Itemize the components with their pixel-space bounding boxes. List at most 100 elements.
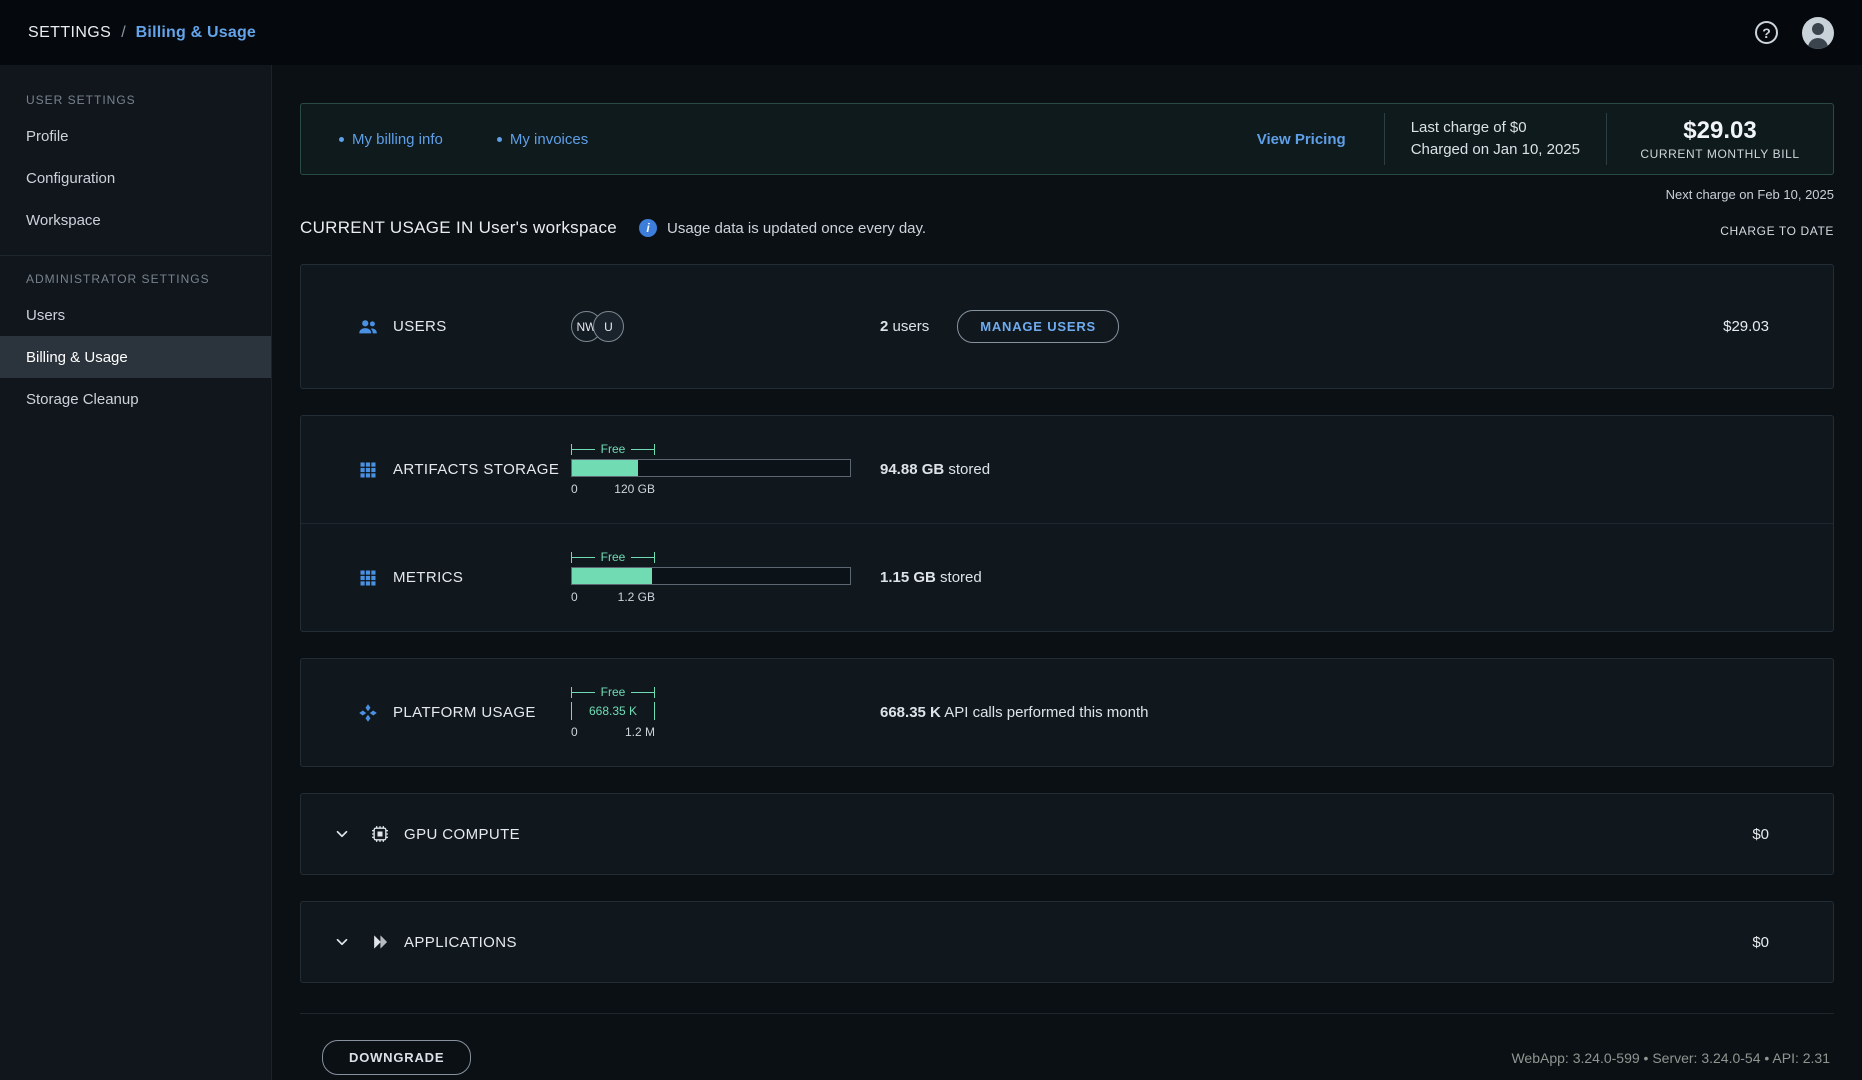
gpu-chip-icon: [369, 823, 391, 845]
last-charge-block: Last charge of $0 Charged on Jan 10, 202…: [1385, 117, 1606, 161]
users-charge: $29.03: [1723, 318, 1769, 335]
platform-row-label: PLATFORM USAGE: [357, 702, 571, 724]
artifacts-info: 94.88 GB stored: [880, 461, 1769, 478]
platform-calls-value: 668.35 K: [880, 704, 941, 721]
metrics-grid-icon: [357, 567, 379, 589]
charge-to-date-label: CHARGE TO DATE: [1720, 224, 1834, 238]
breadcrumb-settings[interactable]: SETTINGS: [28, 24, 111, 42]
artifacts-progress-track: [571, 459, 851, 477]
platform-usage-bar: Free 668.35 K 0 1.2 M: [571, 686, 851, 739]
sidebar-item-workspace[interactable]: Workspace: [0, 199, 271, 241]
metrics-label: METRICS: [393, 569, 463, 586]
applications-card[interactable]: APPLICATIONS $0: [300, 901, 1834, 983]
applications-icon: [369, 931, 391, 953]
topbar-actions: ?: [1755, 17, 1834, 49]
platform-diamonds-icon: [357, 702, 379, 724]
storage-usage-card: ARTIFACTS STORAGE Free 0: [300, 415, 1834, 632]
scale-max: 120 GB: [614, 482, 655, 496]
scale-max: 1.2 GB: [618, 590, 655, 604]
users-count-suffix: users: [888, 318, 929, 335]
platform-bar-col: Free 668.35 K 0 1.2 M: [571, 686, 880, 739]
current-bill-amount: $29.03: [1607, 117, 1833, 145]
sidebar-divider: [0, 255, 271, 256]
sidebar-item-configuration[interactable]: Configuration: [0, 157, 271, 199]
artifacts-row-label: ARTIFACTS STORAGE: [357, 459, 571, 481]
gpu-compute-charge: $0: [1752, 826, 1769, 843]
settings-sidebar: USER SETTINGS Profile Configuration Work…: [0, 65, 272, 1080]
artifacts-label: ARTIFACTS STORAGE: [393, 461, 559, 478]
breadcrumb: SETTINGS / Billing & Usage: [28, 24, 256, 42]
my-invoices-label: My invoices: [510, 131, 588, 148]
metrics-progress-track: [571, 567, 851, 585]
free-tier-label: Free: [595, 443, 632, 455]
artifacts-bar-col: Free 0 120 GB: [571, 443, 880, 496]
metrics-row: METRICS Free 0 1.2: [301, 524, 1833, 631]
billing-summary-right: View Pricing Last charge of $0 Charged o…: [1257, 104, 1833, 174]
sidebar-item-billing-usage[interactable]: Billing & Usage: [0, 336, 271, 378]
chevron-down-icon[interactable]: [331, 823, 353, 845]
user-avatars-group: NW U: [571, 311, 880, 342]
bullet-icon: [339, 137, 344, 142]
billing-summary-card: My billing info My invoices View Pricing…: [300, 103, 1834, 175]
billing-usage-page: My billing info My invoices View Pricing…: [272, 65, 1862, 1080]
artifacts-stored: 94.88 GB stored: [880, 461, 990, 478]
user-avatar-icon[interactable]: [1802, 17, 1834, 49]
artifacts-stored-suffix: stored: [944, 461, 990, 478]
help-icon[interactable]: ?: [1755, 21, 1778, 44]
my-invoices-link[interactable]: My invoices: [497, 131, 588, 148]
sidebar-section-user-settings: USER SETTINGS: [0, 83, 271, 115]
storage-grid-icon: [357, 459, 379, 481]
view-pricing-link[interactable]: View Pricing: [1257, 131, 1346, 148]
my-billing-info-link[interactable]: My billing info: [339, 131, 443, 148]
applications-label: APPLICATIONS: [404, 934, 517, 951]
breadcrumb-separator: /: [121, 24, 125, 42]
artifacts-storage-row: ARTIFACTS STORAGE Free 0: [301, 416, 1833, 523]
platform-usage-row: PLATFORM USAGE Free 668.35 K 0 1.2 M: [301, 659, 1833, 766]
version-info: WebApp: 3.24.0-599 • Server: 3.24.0-54 •…: [1511, 1050, 1830, 1066]
free-tier-bracket: Free: [571, 551, 655, 563]
scale-max: 1.2 M: [625, 725, 655, 739]
sidebar-item-users[interactable]: Users: [0, 294, 271, 336]
page-footer: DOWNGRADE WebApp: 3.24.0-599 • Server: 3…: [300, 1013, 1834, 1075]
chevron-down-icon[interactable]: [331, 931, 353, 953]
next-charge-note: Next charge on Feb 10, 2025: [300, 187, 1834, 202]
last-charge-line1: Last charge of $0: [1411, 117, 1580, 139]
metrics-progress-fill: [572, 568, 652, 584]
platform-calls-suffix: API calls performed this month: [941, 704, 1149, 721]
artifacts-usage-bar: Free 0 120 GB: [571, 443, 851, 496]
scale-min: 0: [571, 725, 578, 739]
info-icon: i: [639, 219, 657, 237]
usage-header: CURRENT USAGE IN User's workspace i Usag…: [300, 218, 1834, 238]
platform-usage-card: PLATFORM USAGE Free 668.35 K 0 1.2 M: [300, 658, 1834, 767]
artifacts-progress-fill: [572, 460, 638, 476]
billing-links: My billing info My invoices: [339, 131, 588, 148]
scale-min: 0: [571, 590, 578, 604]
platform-scale: 0 1.2 M: [571, 725, 655, 739]
gpu-compute-card[interactable]: GPU COMPUTE $0: [300, 793, 1834, 875]
manage-users-button[interactable]: MANAGE USERS: [957, 310, 1119, 343]
avatar-chip[interactable]: U: [593, 311, 624, 342]
bullet-icon: [497, 137, 502, 142]
artifacts-scale: 0 120 GB: [571, 482, 655, 496]
gpu-compute-label: GPU COMPUTE: [404, 826, 520, 843]
users-avatars-col: NW U: [571, 311, 880, 342]
breadcrumb-current-page: Billing & Usage: [136, 24, 256, 42]
free-tier-bracket: Free: [571, 443, 655, 455]
usage-title: CURRENT USAGE IN User's workspace: [300, 218, 617, 238]
topbar: SETTINGS / Billing & Usage ?: [0, 0, 1862, 65]
platform-label: PLATFORM USAGE: [393, 704, 536, 721]
sidebar-item-profile[interactable]: Profile: [0, 115, 271, 157]
users-label: USERS: [393, 318, 447, 335]
usage-update-note: Usage data is updated once every day.: [667, 220, 926, 237]
metrics-row-label: METRICS: [357, 567, 571, 589]
platform-usage-value: 668.35 K: [571, 702, 655, 720]
users-info: 2 users MANAGE USERS: [880, 310, 1723, 343]
platform-calls: 668.35 K API calls performed this month: [880, 704, 1148, 721]
users-row-label: USERS: [357, 316, 571, 338]
current-bill-caption: CURRENT MONTHLY BILL: [1607, 147, 1833, 161]
sidebar-item-storage-cleanup[interactable]: Storage Cleanup: [0, 378, 271, 420]
artifacts-stored-value: 94.88 GB: [880, 461, 944, 478]
metrics-info: 1.15 GB stored: [880, 569, 1769, 586]
downgrade-button[interactable]: DOWNGRADE: [322, 1040, 471, 1075]
users-usage-card: USERS NW U 2 users MANAGE USERS $29.03: [300, 264, 1834, 389]
